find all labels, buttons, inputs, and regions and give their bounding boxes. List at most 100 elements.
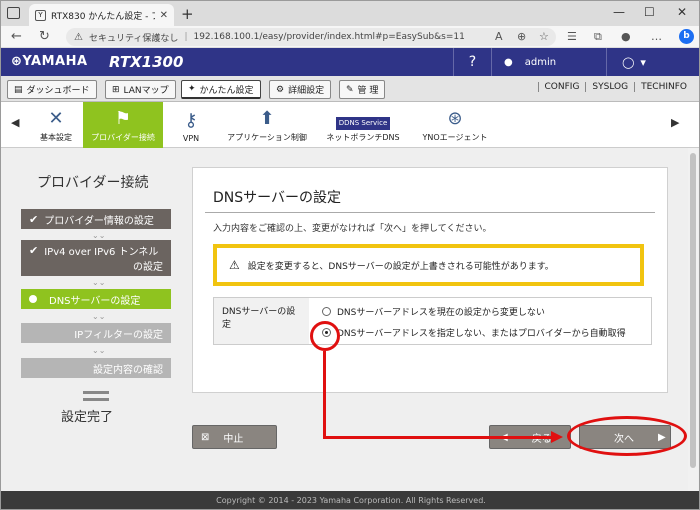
chevron-down-icon: ⌄⌄: [92, 312, 106, 321]
read-aloud-icon[interactable]: A: [495, 30, 503, 43]
category-label: 基本設定: [40, 133, 72, 142]
step-confirm: 設定内容の確認: [21, 358, 171, 378]
footer: Copyright © 2014 - 2023 Yamaha Corporati…: [1, 491, 699, 509]
stop-label: 中止: [223, 433, 244, 445]
step-done-label: 設定完了: [61, 410, 114, 425]
more-icon[interactable]: …: [651, 30, 662, 43]
radio-button[interactable]: [322, 307, 331, 316]
next-category-icon[interactable]: ▶: [671, 116, 679, 129]
provider-icon: ⚑: [114, 108, 132, 129]
url-field[interactable]: ⚠ セキュリティ保護なし | 192.168.100.1/easy/provid…: [66, 28, 556, 46]
dns-option-keep[interactable]: DNSサーバーアドレスを現在の設定から変更しない: [322, 305, 545, 318]
current-dot-icon: [29, 295, 37, 303]
category-label: YNOエージェント: [422, 133, 488, 142]
step-label: IPフィルターの設定: [74, 329, 163, 341]
easy-setting-button[interactable]: ✦ かんたん設定: [181, 80, 261, 99]
lanmap-button[interactable]: ⊞ LANマップ: [105, 80, 176, 99]
app-header: ⊛YAMAHA RTX1300 ? ● admin ◯ ▾: [1, 48, 699, 76]
wrench-icon: ✎: [346, 84, 354, 95]
dashboard-icon: ▤: [14, 84, 23, 95]
gear-icon: ⚙: [276, 84, 285, 95]
dashboard-button[interactable]: ▤ ダッシュボード: [7, 80, 97, 99]
model-name: RTX1300: [109, 53, 184, 71]
warning-text: 設定を変更すると、DNSサーバーの設定が上書きされる可能性があります。: [247, 261, 554, 272]
panel-description: 入力内容をご確認の上、変更がなければ「次へ」を押してください。: [213, 224, 492, 234]
dns-option-auto[interactable]: DNSサーバーアドレスを指定しない、またはプロバイダーから自動取得: [322, 326, 626, 339]
warning-icon: ⚠: [229, 258, 240, 272]
security-label: セキュリティ保護なし: [88, 33, 179, 44]
zoom-icon[interactable]: ⊕: [517, 30, 526, 43]
address-bar-row: ← ↻ ⚠ セキュリティ保護なし | 192.168.100.1/easy/pr…: [1, 26, 699, 48]
menu-bar: ▤ ダッシュボード ⊞ LANマップ ✦ かんたん設定 ⚙ 詳細設定 ✎ 管 理…: [1, 76, 699, 102]
collections-icon[interactable]: ⧉: [594, 30, 602, 44]
category-provider[interactable]: ⚑ プロバイダー接続: [83, 102, 163, 148]
panel-title: DNSサーバーの設定: [213, 190, 341, 206]
dns-setting-label: DNSサーバーの設定: [214, 298, 309, 344]
favorite-icon[interactable]: ☆: [539, 30, 549, 43]
profile-icon[interactable]: ●: [621, 30, 631, 43]
refresh-icon[interactable]: ↻: [39, 29, 50, 44]
dns-panel: DNSサーバーの設定 入力内容をご確認の上、変更がなければ「次へ」を押してくださ…: [192, 167, 668, 393]
prev-category-icon[interactable]: ◀: [11, 116, 19, 129]
browser-window: Y RTX830 かんたん設定 - プロバイダー ✕ + — ☐ ✕ ← ↻ ⚠…: [0, 0, 700, 510]
tools-icon: ✕: [48, 108, 64, 129]
category-netvolante[interactable]: DDNS Service ネットボランチDNS: [321, 102, 405, 148]
techinfo-link[interactable]: TECHINFO: [634, 82, 693, 92]
category-yno[interactable]: ⊛ YNOエージェント: [415, 102, 495, 148]
close-window-icon[interactable]: ✕: [677, 5, 687, 19]
bing-icon[interactable]: b: [679, 29, 694, 44]
admin-button[interactable]: ✎ 管 理: [339, 80, 386, 99]
stop-button[interactable]: ⊠ 中止: [192, 425, 277, 449]
syslog-link[interactable]: SYSLOG: [585, 82, 634, 92]
chevron-down-icon: ▾: [640, 55, 646, 69]
stop-icon: ⊠: [201, 431, 210, 443]
dns-setting-row: DNSサーバーの設定 DNSサーバーアドレスを現在の設定から変更しない DNSサ…: [213, 297, 652, 345]
category-vpn[interactable]: ⚷ VPN: [173, 102, 209, 148]
tab-strip: Y RTX830 かんたん設定 - プロバイダー ✕ + — ☐ ✕: [1, 1, 699, 26]
config-link[interactable]: CONFIG: [537, 82, 586, 92]
vpn-key-icon: ⚷: [184, 110, 198, 131]
new-tab-icon[interactable]: +: [181, 5, 194, 23]
url-separator: |: [184, 32, 188, 42]
power-menu[interactable]: ◯ ▾: [606, 48, 661, 76]
lanmap-icon: ⊞: [112, 84, 120, 95]
browser-tab[interactable]: Y RTX830 かんたん設定 - プロバイダー ✕: [29, 4, 174, 26]
warning-box: ⚠ 設定を変更すると、DNSサーバーの設定が上書きされる可能性があります。: [213, 244, 644, 286]
step-provider-info: ✔ プロバイダー情報の設定: [21, 209, 171, 229]
step-label: IPv4 over IPv6 トンネル: [44, 247, 159, 258]
close-tab-icon[interactable]: ✕: [160, 10, 168, 21]
help-button[interactable]: ?: [453, 48, 491, 76]
ddns-icon: DDNS Service: [335, 117, 391, 130]
user-name: admin: [524, 56, 557, 68]
admin-label: 管 理: [357, 86, 379, 96]
back-icon[interactable]: ←: [11, 29, 22, 44]
step-ipfilter: IPフィルターの設定: [21, 323, 171, 343]
option-label: DNSサーバーアドレスを現在の設定から変更しない: [337, 308, 545, 318]
category-label: ネットボランチDNS: [326, 133, 400, 142]
lanmap-label: LANマップ: [123, 86, 169, 96]
minimize-icon[interactable]: —: [613, 5, 625, 19]
right-links: CONFIG SYSLOG TECHINFO: [537, 82, 693, 92]
step-dns: DNSサーバーの設定: [21, 289, 171, 309]
scrollbar-thumb[interactable]: [690, 153, 696, 468]
easy-setting-label: かんたん設定: [199, 85, 254, 96]
maximize-icon[interactable]: ☐: [644, 5, 655, 19]
category-basic[interactable]: ✕ 基本設定: [31, 102, 81, 148]
user-menu[interactable]: ● admin: [491, 48, 606, 76]
step-label: 設定内容の確認: [93, 364, 163, 376]
tab-title: RTX830 かんたん設定 - プロバイダー: [51, 11, 155, 22]
arrow-down-icon: [83, 391, 109, 401]
step-label: DNSサーバーの設定: [49, 295, 141, 307]
detail-setting-button[interactable]: ⚙ 詳細設定: [269, 80, 332, 99]
tab-actions-icon[interactable]: [7, 7, 20, 19]
category-app-control[interactable]: ⬆ アプリケーション制御: [219, 102, 315, 148]
chevron-down-icon: ⌄⌄: [92, 278, 106, 287]
category-row: ◀ ✕ 基本設定 ⚑ プロバイダー接続 ⚷ VPN ⬆ アプリケーション制御 D…: [1, 102, 699, 148]
warning-icon[interactable]: ⚠: [74, 32, 83, 43]
check-icon: ✔: [29, 244, 39, 257]
favorites-bar-icon[interactable]: ☰: [567, 30, 577, 43]
annotation-line-vertical: [323, 351, 326, 439]
power-icon: ◯: [622, 55, 635, 69]
annotation-circle-next: [567, 416, 687, 456]
dashboard-label: ダッシュボード: [26, 86, 90, 96]
